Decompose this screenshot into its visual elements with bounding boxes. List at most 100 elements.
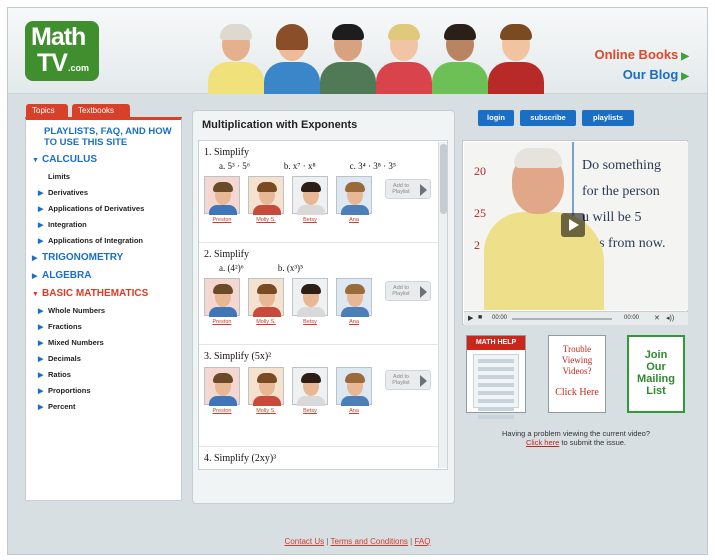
problem-title: 3. Simplify (5x)² bbox=[204, 351, 272, 362]
video-player[interactable]: 20 25 2 Do something for the person u wi… bbox=[462, 140, 688, 325]
instructor-video-thumb[interactable]: Betsy bbox=[292, 278, 328, 328]
instructor-video-thumb[interactable]: Preston bbox=[204, 278, 240, 328]
sidebar-item-decimals[interactable]: ▶ Decimals bbox=[38, 354, 81, 363]
instructor-name[interactable]: Betsy bbox=[292, 408, 328, 414]
instructor-video-thumb[interactable]: Molly S. bbox=[248, 469, 284, 470]
instructor-name[interactable]: Molly S. bbox=[248, 319, 284, 325]
instructor-avatar bbox=[204, 176, 240, 215]
play-icon bbox=[420, 375, 427, 387]
problem-item: 1. Simplify a. 5³ · 5⁶ b. x⁷ · x⁸ c. 3⁴ · 3… bbox=[199, 141, 439, 243]
instructor-avatar bbox=[248, 367, 284, 406]
sidebar-item-whole-numbers[interactable]: ▶ Whole Numbers bbox=[38, 306, 105, 315]
banner-person bbox=[430, 24, 490, 94]
add-to-playlist-button[interactable]: Add to Playlist bbox=[385, 179, 431, 199]
instructor-video-thumb[interactable]: Molly S. bbox=[248, 367, 284, 417]
logo-text-math: Math bbox=[31, 23, 86, 51]
sidebar-item-derivatives[interactable]: ▶ Derivatives bbox=[38, 188, 88, 197]
instructor-name[interactable]: Betsy bbox=[292, 319, 328, 325]
mathtv-logo[interactable]: Math TV .com bbox=[25, 21, 99, 81]
sidebar-item-integration[interactable]: ▶ Integration bbox=[38, 220, 87, 229]
sidebar-item-fractions[interactable]: ▶ Fractions bbox=[38, 322, 82, 331]
problem-parts: a. (4²)⁶ b. (x³)⁵ bbox=[219, 263, 337, 273]
fullscreen-icon[interactable]: ✕ bbox=[654, 314, 660, 322]
trouble-viewing-promo[interactable]: Trouble Viewing Videos? Click Here bbox=[548, 335, 606, 413]
instructor-name[interactable]: Preston bbox=[204, 408, 240, 414]
instructor-name[interactable]: Betsy bbox=[292, 217, 328, 223]
faq-link[interactable]: FAQ bbox=[414, 537, 430, 546]
instructor-video-thumb[interactable]: Preston bbox=[204, 469, 240, 470]
seek-bar[interactable] bbox=[512, 318, 612, 320]
tab-topics[interactable]: Topics bbox=[26, 104, 68, 118]
footer-links: Contact Us | Terms and Conditions | FAQ bbox=[284, 537, 431, 546]
instructor-video-thumb[interactable]: Betsy bbox=[292, 367, 328, 417]
caret-right-icon: ▶ bbox=[38, 238, 44, 245]
problem-list: 1. Simplify a. 5³ · 5⁶ b. x⁷ · x⁸ c. 3⁴ · 3… bbox=[198, 140, 448, 470]
instructor-name[interactable]: Ana bbox=[336, 217, 372, 223]
instructor-video-thumb[interactable]: Ana bbox=[336, 278, 372, 328]
scrollbar-thumb[interactable] bbox=[440, 144, 447, 214]
instructor-name[interactable]: Ana bbox=[336, 319, 372, 325]
online-books-link[interactable]: Online Books ▶ bbox=[595, 46, 690, 66]
subscribe-button[interactable]: subscribe bbox=[520, 110, 576, 126]
instructor-name[interactable]: Molly S. bbox=[248, 408, 284, 414]
instructor-video-thumb[interactable]: Ana bbox=[336, 469, 372, 470]
stop-icon[interactable]: ■ bbox=[478, 314, 482, 321]
problem-title: 1. Simplify bbox=[204, 147, 250, 158]
math-help-promo[interactable]: MATH HELP bbox=[466, 335, 526, 419]
sidebar-section-algebra[interactable]: ▶ ALGEBRA bbox=[32, 270, 91, 281]
problem-item: 4. Simplify (2xy)³ Preston Molly S. Betsy An… bbox=[199, 447, 439, 470]
instructor-banner bbox=[206, 24, 544, 94]
instructor-name[interactable]: Preston bbox=[204, 217, 240, 223]
instructor-name[interactable]: Preston bbox=[204, 319, 240, 325]
tab-textbooks[interactable]: Textbooks bbox=[72, 104, 130, 118]
instructor-video-thumb[interactable]: Preston bbox=[204, 367, 240, 417]
problem-part: b. x⁷ · x⁸ bbox=[283, 161, 316, 171]
instructor-video-thumb[interactable]: Ana bbox=[336, 176, 372, 226]
sidebar-item-proportions[interactable]: ▶ Proportions bbox=[38, 386, 91, 395]
sidebar-item-percent[interactable]: ▶ Percent bbox=[38, 402, 76, 411]
problem-title: 2. Simplify bbox=[204, 249, 250, 260]
add-to-playlist-button[interactable]: Add to Playlist bbox=[385, 370, 431, 390]
play-icon[interactable]: ▶ bbox=[468, 314, 473, 322]
sidebar-item-limits[interactable]: Limits bbox=[48, 172, 70, 181]
sidebar-item-applications-derivatives[interactable]: ▶ Applications of Derivatives bbox=[38, 204, 144, 213]
sidebar-section-trigonometry[interactable]: ▶ TRIGONOMETRY bbox=[32, 252, 123, 263]
instructor-name[interactable]: Molly S. bbox=[248, 217, 284, 223]
player-controls: ▶ ■ 00:00 00:00 ✕ ◂)) bbox=[464, 311, 688, 325]
instructor-video-thumb[interactable]: Preston bbox=[204, 176, 240, 226]
sidebar-intro-link[interactable]: PLAYLISTS, FAQ, AND HOW TO USE THIS SITE bbox=[44, 126, 174, 148]
contact-us-link[interactable]: Contact Us bbox=[285, 537, 325, 546]
playlists-button[interactable]: playlists bbox=[582, 110, 634, 126]
instructor-video-thumb[interactable]: Ana bbox=[336, 367, 372, 417]
time-total: 00:00 bbox=[624, 315, 640, 321]
sidebar-item-mixed-numbers[interactable]: ▶ Mixed Numbers bbox=[38, 338, 104, 347]
sidebar-section-calculus[interactable]: ▼ CALCULUS bbox=[32, 154, 97, 165]
instructor-video-thumb[interactable]: Betsy bbox=[292, 469, 328, 470]
play-icon bbox=[569, 219, 579, 231]
mailing-list-promo[interactable]: Join Our Mailing List bbox=[627, 335, 685, 413]
instructor-name[interactable]: Ana bbox=[336, 408, 372, 414]
topics-sidebar: PLAYLISTS, FAQ, AND HOW TO USE THIS SITE… bbox=[25, 117, 182, 501]
instructor-video-thumb[interactable]: Betsy bbox=[292, 176, 328, 226]
caret-right-icon: ▶ bbox=[38, 340, 44, 347]
instructor-avatar bbox=[204, 278, 240, 317]
caret-right-icon: ▶ bbox=[38, 324, 44, 331]
add-to-playlist-button[interactable]: Add to Playlist bbox=[385, 281, 431, 301]
our-blog-link[interactable]: Our Blog ▶ bbox=[595, 66, 689, 86]
caret-down-icon: ▼ bbox=[32, 291, 39, 298]
problem-list-scrollbar[interactable] bbox=[438, 142, 447, 468]
volume-icon[interactable]: ◂)) bbox=[666, 314, 674, 322]
sidebar-item-applications-integration[interactable]: ▶ Applications of Integration bbox=[38, 236, 143, 245]
sidebar-section-basic-math[interactable]: ▼ BASIC MATHEMATICS bbox=[32, 288, 148, 299]
play-button[interactable] bbox=[561, 213, 585, 237]
header-links: Online Books ▶ Our Blog ▶ bbox=[595, 46, 690, 86]
arrow-right-icon: ▶ bbox=[681, 71, 689, 82]
instructor-video-thumb[interactable]: Molly S. bbox=[248, 278, 284, 328]
login-button[interactable]: login bbox=[478, 110, 514, 126]
terms-link[interactable]: Terms and Conditions bbox=[331, 537, 408, 546]
sidebar-item-ratios[interactable]: ▶ Ratios bbox=[38, 370, 71, 379]
instructor-video-thumb[interactable]: Molly S. bbox=[248, 176, 284, 226]
trouble-click-here: Click Here bbox=[555, 387, 599, 398]
report-problem-link[interactable]: Click here bbox=[526, 438, 559, 447]
caret-right-icon: ▶ bbox=[38, 206, 44, 213]
